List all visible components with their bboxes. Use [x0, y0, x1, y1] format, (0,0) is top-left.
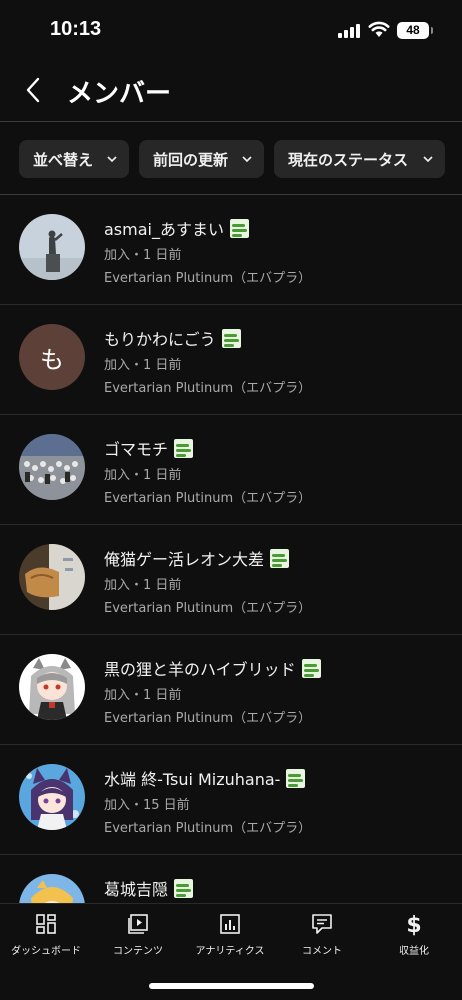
last-update-filter-chip[interactable]: 前回の更新	[139, 140, 264, 178]
membership-badge-icon	[174, 878, 194, 898]
member-joined: 加入・1 日前	[104, 468, 182, 483]
dollar-icon: $	[406, 913, 421, 936]
member-name-text: もりかわにごう	[104, 330, 216, 349]
page-title: メンバー	[67, 79, 172, 109]
chevron-down-icon	[242, 156, 252, 163]
member-tier: Evertarian Plutinum（エバプラ）	[104, 601, 312, 616]
membership-badge-icon	[174, 438, 194, 458]
chip-label: 並べ替え	[33, 150, 94, 169]
sort-filter-chip[interactable]: 並べ替え	[19, 140, 129, 178]
chip-label: 現在のステータス	[288, 150, 409, 169]
nav-content[interactable]: コンテンツ	[92, 912, 184, 964]
member-name: 黒の狸と羊のハイブリッド	[104, 656, 321, 680]
member-name: ゴマモチ	[104, 436, 194, 460]
nav-label: コメント	[302, 946, 342, 957]
comment-icon	[312, 914, 332, 934]
back-arrow-icon[interactable]	[22, 74, 46, 106]
nav-label: アナリティクス	[195, 946, 265, 957]
member-name: asmai_あすまい	[104, 216, 249, 240]
member-avatar[interactable]	[19, 434, 85, 500]
member-name-text: 水端 終-Tsui Mizuhana-	[104, 770, 281, 789]
membership-badge-icon	[229, 218, 249, 238]
member-row[interactable]: 水端 終-Tsui Mizuhana- 加入・15 日前 Evertarian …	[0, 745, 462, 855]
membership-badge-icon	[270, 548, 290, 568]
member-row[interactable]: 黒の狸と羊のハイブリッド 加入・1 日前 Evertarian Plutinum…	[0, 635, 462, 745]
content-icon	[128, 914, 148, 934]
member-tier: Evertarian Plutinum（エバプラ）	[104, 491, 312, 506]
status-bar: 10:13 48	[0, 0, 462, 62]
member-joined: 加入・15 日前	[104, 798, 190, 813]
dashboard-icon	[36, 914, 56, 934]
analytics-icon	[220, 914, 240, 934]
member-avatar[interactable]	[19, 764, 85, 830]
nav-label: ダッシュボード	[11, 946, 81, 957]
cellular-signal-icon	[338, 24, 362, 38]
nav-dashboard[interactable]: ダッシュボード	[0, 912, 92, 964]
member-avatar[interactable]: も	[19, 324, 85, 390]
chevron-down-icon	[107, 156, 117, 163]
header: メンバー	[0, 62, 462, 120]
member-joined: 加入・1 日前	[104, 358, 182, 373]
member-name: 水端 終-Tsui Mizuhana-	[104, 766, 306, 790]
member-tier: Evertarian Plutinum（エバプラ）	[104, 711, 312, 726]
member-name: 葛城吉隠	[104, 876, 194, 900]
member-row[interactable]: も もりかわにごう 加入・1 日前 Evertarian Plutinum（エバ…	[0, 305, 462, 415]
member-joined: 加入・1 日前	[104, 248, 182, 263]
member-row[interactable]: asmai_あすまい 加入・1 日前 Evertarian Plutinum（エ…	[0, 195, 462, 305]
member-name: もりかわにごう	[104, 326, 241, 350]
member-name-text: ゴマモチ	[104, 440, 169, 459]
member-avatar[interactable]	[19, 654, 85, 720]
member-name: 俺猫ゲー活レオン大差	[104, 546, 290, 570]
member-name-text: 俺猫ゲー活レオン大差	[104, 550, 265, 569]
membership-badge-icon	[286, 768, 306, 788]
nav-label: 収益化	[399, 946, 429, 957]
chevron-down-icon	[423, 156, 433, 163]
member-tier: Evertarian Plutinum（エバプラ）	[104, 271, 312, 286]
wifi-icon	[368, 21, 390, 37]
nav-monetization[interactable]: $ 収益化	[368, 912, 460, 964]
member-name-text: 葛城吉隠	[104, 880, 169, 899]
member-avatar[interactable]	[19, 544, 85, 610]
battery-icon: 48	[397, 22, 433, 39]
nav-comments[interactable]: コメント	[276, 912, 368, 964]
member-avatar[interactable]	[19, 214, 85, 280]
member-name-text: asmai_あすまい	[104, 220, 224, 239]
member-tier: Evertarian Plutinum（エバプラ）	[104, 381, 312, 396]
status-filter-chip[interactable]: 現在のステータス	[274, 140, 445, 178]
member-tier: Evertarian Plutinum（エバプラ）	[104, 821, 312, 836]
nav-label: コンテンツ	[113, 946, 163, 957]
member-row[interactable]: ゴマモチ 加入・1 日前 Evertarian Plutinum（エバプラ）	[0, 415, 462, 525]
member-joined: 加入・1 日前	[104, 578, 182, 593]
status-time: 10:13	[50, 18, 102, 40]
chip-label: 前回の更新	[153, 150, 229, 169]
svg-text:$: $	[406, 913, 421, 936]
home-indicator[interactable]	[149, 983, 314, 989]
member-joined: 加入・1 日前	[104, 688, 182, 703]
member-row[interactable]: 俺猫ゲー活レオン大差 加入・1 日前 Evertarian Plutinum（エ…	[0, 525, 462, 635]
nav-analytics[interactable]: アナリティクス	[184, 912, 276, 964]
membership-badge-icon	[221, 328, 241, 348]
membership-badge-icon	[301, 658, 321, 678]
header-divider	[0, 121, 462, 122]
member-name-text: 黒の狸と羊のハイブリッド	[104, 660, 296, 679]
